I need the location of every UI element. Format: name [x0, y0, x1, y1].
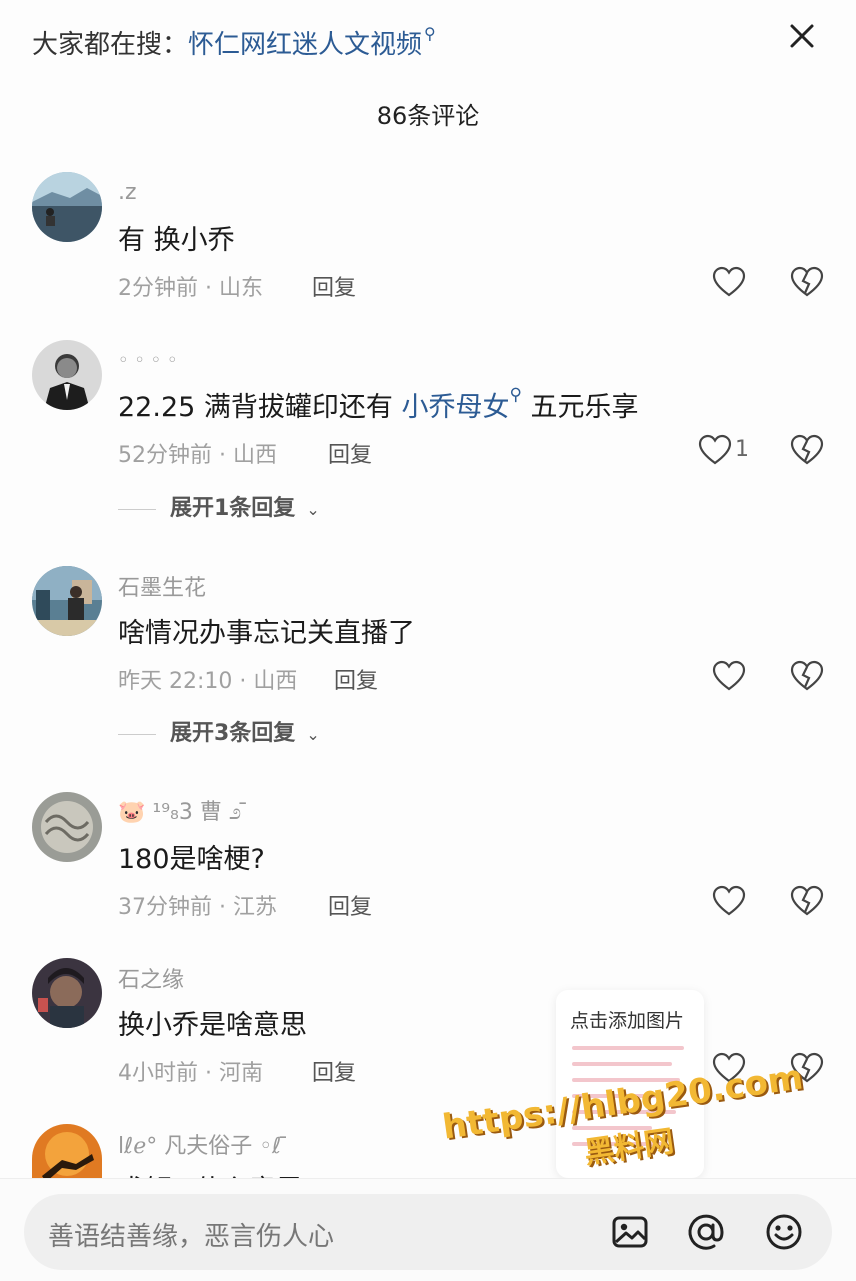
comment-text-clip: 求解? 什么意思: [0, 1160, 856, 1178]
like-count: 1: [735, 437, 749, 462]
expand-replies-button[interactable]: 展开3条回复 ⌄: [118, 715, 320, 747]
comment-text: 换小乔是啥意思: [118, 1010, 307, 1041]
trending-search[interactable]: 大家都在搜：怀仁网红迷人文视频 ⚲: [32, 24, 436, 61]
comment-text: 求解? 什么意思: [118, 1168, 303, 1178]
comment-meta: 2分钟前 · 山东: [118, 276, 263, 301]
comment-username[interactable]: 🐷 ¹⁹₈3 曹 ೨ ̄: [118, 794, 248, 826]
avatar[interactable]: [32, 172, 102, 242]
comment-text: 啥情况办事忘记关直播了: [118, 618, 415, 649]
trending-search-prefix: 大家都在搜：: [32, 30, 189, 60]
avatar[interactable]: [32, 340, 102, 410]
reply-button[interactable]: 回复: [328, 889, 372, 921]
at-icon[interactable]: [686, 1212, 726, 1252]
search-icon: ⚲: [424, 24, 436, 43]
emoji-icon[interactable]: [764, 1212, 804, 1252]
divider: [118, 733, 156, 735]
comment-text: 180是啥梗?: [118, 844, 265, 875]
comment-meta: 4小时前 · 河南: [118, 1061, 263, 1086]
broken-heart-icon[interactable]: [790, 885, 824, 917]
popup-list-line: [572, 1046, 684, 1050]
chevron-down-icon: ⌄: [306, 500, 320, 519]
reply-button[interactable]: 回复: [334, 663, 378, 695]
comment-search-link[interactable]: 小乔母女: [401, 392, 509, 423]
comment-count-title: 86条评论: [376, 102, 480, 130]
comment-username[interactable]: lℓℯ° 凡夫俗子 ◦ℓ ̄: [118, 1128, 288, 1160]
comment-input-placeholder: 善语结善缘，恶言伤人心: [48, 1222, 335, 1252]
expand-replies-button[interactable]: 展开1条回复 ⌄: [118, 490, 320, 522]
expand-replies-label: 展开3条回复: [170, 721, 296, 746]
trending-search-link[interactable]: 怀仁网红迷人文视频: [188, 30, 422, 60]
search-icon: ⚲: [509, 385, 522, 405]
comment-meta: 昨天 22:10 · 山西: [118, 669, 298, 694]
comment-text: 有 换小乔: [118, 225, 235, 256]
avatar[interactable]: [32, 792, 102, 862]
comment-text: 22.25 满背拔罐印还有 小乔母女⚲ 五元乐享: [118, 385, 639, 424]
broken-heart-icon[interactable]: [790, 660, 824, 692]
avatar[interactable]: [32, 958, 102, 1028]
heart-icon[interactable]: [698, 434, 732, 466]
add-image-popup-title: 点击添加图片: [570, 1010, 685, 1032]
comment-meta: 37分钟前 · 江苏: [118, 895, 277, 920]
comment-username[interactable]: 石之缘: [118, 962, 184, 994]
comment-meta: 52分钟前 · 山西: [118, 443, 277, 468]
chevron-down-icon: ⌄: [306, 725, 320, 744]
reply-button[interactable]: 回复: [312, 1055, 356, 1087]
avatar[interactable]: [32, 566, 102, 636]
divider: [118, 508, 156, 510]
reply-button[interactable]: 回复: [312, 270, 356, 302]
comment-username[interactable]: 石墨生花: [118, 570, 206, 602]
broken-heart-icon[interactable]: [790, 266, 824, 298]
popup-list-line: [572, 1062, 672, 1066]
expand-replies-label: 展开1条回复: [170, 496, 296, 521]
close-icon[interactable]: [782, 16, 822, 56]
reply-button[interactable]: 回复: [328, 437, 372, 469]
comments-sheet: 大家都在搜：怀仁网红迷人文视频 ⚲ 86条评论 .z 有 换小乔 2分钟前 · 山…: [0, 0, 856, 1281]
broken-heart-icon[interactable]: [790, 434, 824, 466]
comment-username[interactable]: .z: [118, 180, 137, 205]
image-icon[interactable]: [610, 1212, 650, 1252]
heart-icon[interactable]: [712, 885, 746, 917]
comment-username[interactable]: ◦ ◦ ◦ ◦: [118, 350, 178, 371]
heart-icon[interactable]: [712, 660, 746, 692]
comment-text-part: 22.25 满背拔罐印还有: [118, 392, 402, 423]
comment-text-part: 五元乐享: [521, 392, 639, 423]
heart-icon[interactable]: [712, 266, 746, 298]
